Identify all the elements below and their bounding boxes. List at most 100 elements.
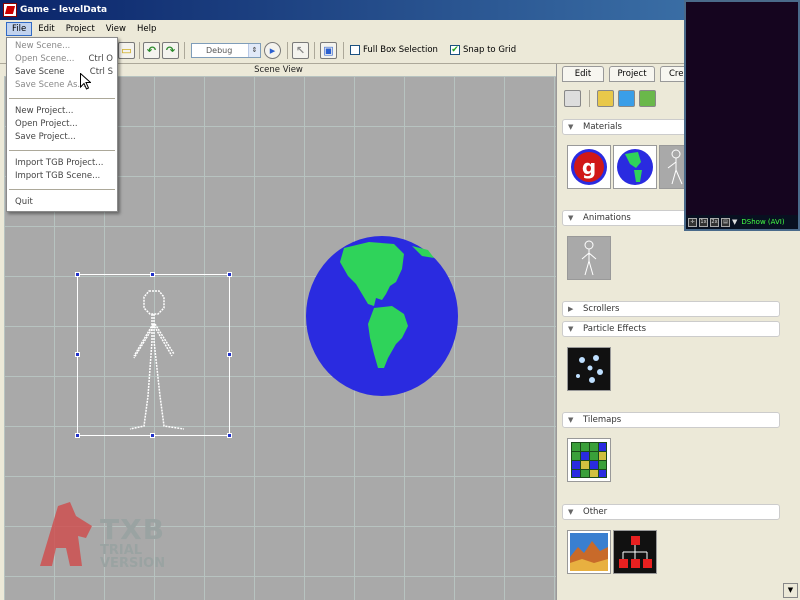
earth-sprite[interactable]: [304, 234, 460, 398]
full-box-selection-label: Full Box Selection: [363, 45, 438, 55]
menu-file[interactable]: File: [6, 21, 33, 36]
section-scrollers[interactable]: ▶ Scrollers: [562, 301, 780, 317]
section-particle-effects[interactable]: ▼ Particle Effects: [562, 321, 780, 337]
menu-edit[interactable]: Edit: [33, 23, 59, 35]
stick-thumb-icon: [667, 149, 683, 185]
toolbar-separator: [314, 42, 315, 59]
stick-thumb-icon: [581, 240, 597, 276]
menu-item-import-tgb-scene[interactable]: Import TGB Scene...: [7, 170, 117, 183]
menu-item-save-project[interactable]: Save Project...: [7, 131, 117, 144]
play-icon[interactable]: ▸: [264, 42, 281, 59]
scale-1x-icon[interactable]: 1x: [699, 217, 708, 227]
material-thumb[interactable]: g: [567, 145, 611, 189]
move-icon[interactable]: ✛: [688, 217, 697, 227]
other-thumb[interactable]: [567, 530, 611, 574]
collapse-icon[interactable]: ▼: [568, 211, 573, 225]
mouse-cursor-icon: [80, 73, 91, 90]
menu-item-new-project[interactable]: New Project...: [7, 105, 117, 118]
resize-handle[interactable]: [150, 272, 155, 277]
menu-item-label: Save Project...: [15, 132, 76, 142]
collapse-icon[interactable]: ▼: [568, 505, 573, 519]
menu-item-label: Save Scene As...: [15, 80, 86, 90]
dshow-status: DShow (AVI): [741, 218, 785, 226]
snap-to-grid-checkbox[interactable]: ✔ Snap to Grid: [450, 45, 516, 55]
hierarchy-icon: [619, 536, 652, 568]
material-thumb[interactable]: [613, 145, 657, 189]
build-config-value: Debug: [206, 46, 233, 55]
menu-item-label: New Project...: [15, 106, 74, 116]
watermark-line1: TXB: [100, 513, 166, 546]
particle-thumb[interactable]: [567, 347, 611, 391]
menu-help[interactable]: Help: [132, 23, 161, 35]
snap-to-grid-label: Snap to Grid: [463, 45, 517, 55]
section-label: Materials: [583, 122, 622, 132]
object-library-icon[interactable]: [564, 90, 581, 107]
redo-icon[interactable]: ↷: [162, 42, 179, 59]
resize-handle[interactable]: [75, 272, 80, 277]
menu-project[interactable]: Project: [61, 23, 100, 35]
resize-handle[interactable]: [227, 352, 232, 357]
expand-icon[interactable]: ▶: [568, 302, 573, 316]
tilemap-thumb[interactable]: [567, 438, 611, 482]
menu-item-label: Open Scene...: [15, 54, 75, 64]
tab-project[interactable]: Project: [609, 66, 655, 82]
watermark-text: TXB TRIAL VERSION: [100, 513, 166, 571]
menu-item-quit[interactable]: Quit: [7, 196, 117, 209]
section-label: Animations: [583, 213, 631, 223]
section-label: Tilemaps: [583, 415, 622, 425]
menu-item-new-scene[interactable]: New Scene...: [7, 40, 117, 53]
tilemap-editor-icon[interactable]: [639, 90, 656, 107]
app-icon: [3, 3, 17, 17]
undo-icon[interactable]: ↶: [143, 42, 160, 59]
stick-figure-sprite[interactable]: [122, 286, 192, 436]
menu-item-save-scene[interactable]: Save Scene Ctrl S: [7, 66, 117, 79]
other-thumb[interactable]: [613, 530, 657, 574]
collapse-icon[interactable]: ▼: [568, 120, 573, 134]
build-config-select[interactable]: Debug ⇕: [191, 43, 261, 58]
menu-item-label: Quit: [15, 197, 33, 207]
dropdown-arrow-icon[interactable]: ▼: [732, 218, 737, 226]
open-folder-icon[interactable]: ▭: [118, 42, 135, 59]
menu-item-label: Import TGB Project...: [15, 158, 104, 168]
scale-2x-icon[interactable]: 2x: [710, 217, 719, 227]
resize-handle[interactable]: [75, 352, 80, 357]
menu-item-open-scene[interactable]: Open Scene... Ctrl O: [7, 53, 117, 66]
trial-watermark: TXB TRIAL VERSION: [30, 496, 165, 570]
tab-edit[interactable]: Edit: [562, 66, 604, 82]
checkbox-box[interactable]: [350, 45, 360, 55]
section-other[interactable]: ▼ Other: [562, 504, 780, 520]
options-icon[interactable]: ▤: [721, 217, 730, 227]
toolbar-separator: [287, 42, 288, 59]
menu-item-label: Import TGB Scene...: [15, 171, 101, 181]
menu-item-save-scene-as[interactable]: Save Scene As...: [7, 79, 117, 92]
scroll-down-arrow-icon[interactable]: ▼: [783, 583, 798, 598]
animation-icon[interactable]: [618, 90, 635, 107]
resize-handle[interactable]: [227, 433, 232, 438]
full-box-selection-checkbox[interactable]: Full Box Selection: [350, 45, 438, 55]
menu-item-label: Open Project...: [15, 119, 78, 129]
dshow-window: ✛ 1x 2x ▤ ▼ DShow (AVI): [684, 0, 800, 231]
menu-separator: [9, 150, 115, 151]
watermark-line3: VERSION: [100, 556, 166, 571]
menu-view[interactable]: View: [101, 23, 131, 35]
particles-icon: [576, 355, 603, 383]
camera-view-icon[interactable]: ▣: [320, 42, 337, 59]
section-label: Particle Effects: [583, 324, 646, 334]
section-tilemaps[interactable]: ▼ Tilemaps: [562, 412, 780, 428]
menu-item-open-project[interactable]: Open Project...: [7, 118, 117, 131]
animation-thumb[interactable]: [567, 236, 611, 280]
resize-handle[interactable]: [227, 272, 232, 277]
menu-bar: File Edit Project View Help: [0, 20, 690, 37]
resize-handle[interactable]: [75, 433, 80, 438]
menu-item-label: New Scene...: [15, 41, 71, 51]
title-bar: Game - levelData: [0, 0, 690, 20]
image-map-icon[interactable]: [597, 90, 614, 107]
collapse-icon[interactable]: ▼: [568, 322, 573, 336]
collapse-icon[interactable]: ▼: [568, 413, 573, 427]
checkmark-icon[interactable]: ✔: [450, 45, 460, 55]
menu-item-label: Save Scene: [15, 67, 65, 77]
menu-separator: [9, 98, 115, 99]
select-cursor-icon[interactable]: ↖: [292, 42, 309, 59]
chevron-updown-icon[interactable]: ⇕: [248, 44, 260, 57]
menu-item-import-tgb-project[interactable]: Import TGB Project...: [7, 157, 117, 170]
